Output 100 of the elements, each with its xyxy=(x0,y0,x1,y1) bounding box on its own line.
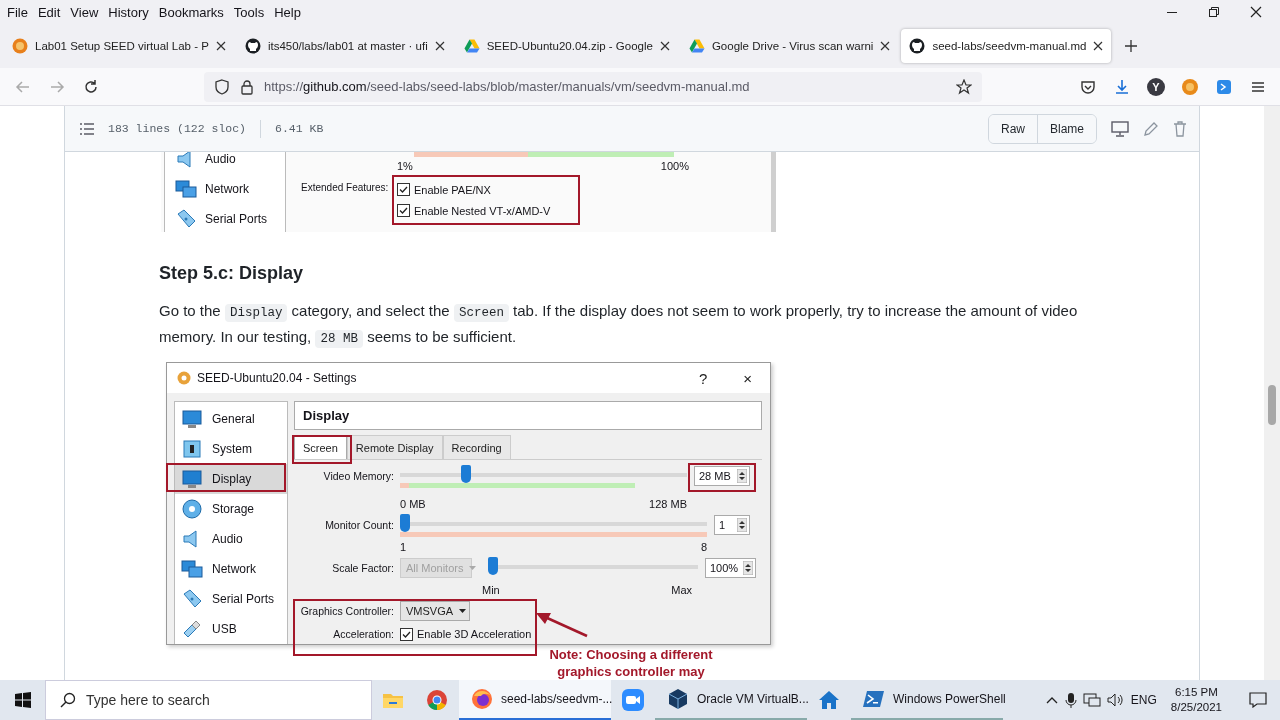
dropdown[interactable]: VMSVGA xyxy=(400,601,470,621)
annotation-note: Note: Choosing a different graphics controller may xyxy=(548,646,714,680)
tab[interactable]: Screen xyxy=(294,435,347,459)
scale-label: 100% xyxy=(660,160,689,172)
notification-icon[interactable] xyxy=(1249,692,1267,708)
triangle-logo-icon xyxy=(463,38,480,54)
browser-tab[interactable]: its450/labs/lab01 at master · ufi xyxy=(236,29,453,63)
new-tab-icon[interactable] xyxy=(1124,39,1139,53)
menu-item[interactable]: File xyxy=(2,2,33,22)
settings-category[interactable]: Storage xyxy=(175,494,287,524)
maximize-icon[interactable] xyxy=(1208,6,1220,18)
spin-box[interactable]: 100% xyxy=(705,558,756,578)
slider-thumb[interactable] xyxy=(460,465,471,483)
monitor-icon xyxy=(181,408,203,430)
settings-category[interactable]: USB xyxy=(175,614,287,644)
spin-box[interactable]: 28 MB xyxy=(694,466,750,486)
account-avatar[interactable]: Y xyxy=(1147,77,1165,96)
close-icon[interactable] xyxy=(1250,6,1262,18)
scale-label: 1 xyxy=(400,541,407,553)
menu-item[interactable]: View xyxy=(65,2,104,22)
close-icon[interactable] xyxy=(880,41,891,51)
chip-icon xyxy=(181,438,203,460)
menu-item[interactable]: Help xyxy=(269,2,306,22)
toolbar-button[interactable]: Blame xyxy=(1037,114,1096,143)
field-label: Scale Factor: xyxy=(331,562,394,574)
browser-tab[interactable]: seed-labs/seedvm-manual.md xyxy=(901,29,1112,63)
checkbox-label: Enable PAE/NX xyxy=(414,183,491,196)
tab[interactable]: Remote Display xyxy=(346,435,443,459)
settings-category[interactable]: Serial Ports xyxy=(175,584,287,614)
settings-category[interactable]: Audio xyxy=(175,524,287,554)
extension-icon[interactable] xyxy=(1215,77,1233,96)
search-icon xyxy=(60,692,76,708)
microphone-icon[interactable] xyxy=(1064,692,1077,708)
monitor-icon[interactable] xyxy=(1111,120,1129,137)
slider-thumb[interactable] xyxy=(400,514,410,532)
menu-item[interactable]: History xyxy=(103,2,154,22)
circle-logo-icon xyxy=(12,38,28,54)
triangle-logo-icon xyxy=(688,38,705,54)
list-icon[interactable] xyxy=(80,121,94,136)
checkbox[interactable] xyxy=(397,204,410,217)
close-icon[interactable] xyxy=(434,41,445,51)
connector-icon xyxy=(181,588,203,610)
download-icon[interactable] xyxy=(1114,78,1130,95)
star-icon[interactable] xyxy=(956,78,972,95)
volume-icon[interactable] xyxy=(1106,692,1125,708)
slider-thumb[interactable] xyxy=(488,557,498,575)
close-icon[interactable] xyxy=(215,41,226,51)
file-size: 6.41 KB xyxy=(275,122,324,135)
settings-category[interactable]: Network xyxy=(175,554,287,584)
settings-category[interactable]: Serial Ports xyxy=(165,204,285,232)
browser-icon[interactable] xyxy=(425,688,449,712)
taskbar-app[interactable]: Windows PowerShell xyxy=(851,680,1003,720)
video-camera-icon[interactable] xyxy=(621,688,645,712)
taskbar-app[interactable]: seed-labs/seedvm-... xyxy=(459,680,611,720)
reload-icon[interactable] xyxy=(83,78,99,95)
scrollbar-thumb[interactable] xyxy=(1268,385,1276,425)
clock[interactable]: 6:15 PM 8/25/2021 xyxy=(1162,685,1230,715)
window-title: SEED-Ubuntu20.04 - Settings xyxy=(197,371,357,385)
round-logo-icon xyxy=(244,38,261,54)
help-button[interactable]: ? xyxy=(690,369,716,387)
scale-label: 128 MB xyxy=(649,498,687,510)
highlight-frame xyxy=(292,435,352,464)
spin-box[interactable]: 1 xyxy=(714,515,750,535)
lock-icon xyxy=(240,78,254,95)
settings-category[interactable]: Network xyxy=(165,174,285,204)
scale-label: Min xyxy=(482,584,500,596)
cube-icon xyxy=(667,688,689,710)
language-indicator[interactable]: ENG xyxy=(1130,693,1157,707)
pocket-icon[interactable] xyxy=(1080,78,1096,95)
close-icon[interactable] xyxy=(1093,41,1104,51)
checkbox[interactable] xyxy=(397,183,410,196)
windows-logo-icon[interactable] xyxy=(14,692,31,708)
browser-tab[interactable]: Lab01 Setup SEED virtual Lab - P xyxy=(4,29,234,63)
close-icon[interactable] xyxy=(659,41,670,51)
scale-label: 0 MB xyxy=(400,498,426,510)
network-icon xyxy=(181,558,203,580)
menu-item[interactable]: Edit xyxy=(32,2,66,22)
close-button[interactable]: × xyxy=(735,369,760,387)
pencil-icon[interactable] xyxy=(1143,120,1159,137)
section-title: Display xyxy=(294,401,762,430)
address-bar[interactable]: https://github.com/seed-labs/seed-labs/blob/master/manuals/vm/seedvm-manual.md xyxy=(204,71,982,102)
browser-tab[interactable]: Google Drive - Virus scan warni xyxy=(680,29,899,63)
field-label: Video Memory: xyxy=(322,470,394,482)
trash-icon[interactable] xyxy=(1173,120,1187,137)
round-logo-icon xyxy=(909,38,926,54)
menu-item[interactable]: Bookmarks xyxy=(153,2,229,22)
caret-icon xyxy=(469,566,477,570)
settings-category[interactable]: System xyxy=(175,434,287,464)
field-label: Extended Features: xyxy=(301,181,390,193)
settings-category[interactable]: Audio xyxy=(165,152,285,174)
tab[interactable]: Recording xyxy=(442,435,511,459)
taskbar-app[interactable]: Oracle VM VirtualB... xyxy=(655,680,807,720)
settings-category[interactable]: General xyxy=(175,404,287,434)
search-field[interactable]: Type here to search xyxy=(45,680,372,720)
browser-tab[interactable]: SEED-Ubuntu20.04.zip - Google xyxy=(455,29,678,63)
network-icon[interactable] xyxy=(1082,692,1101,708)
checkbox[interactable] xyxy=(400,627,413,641)
menu-item[interactable]: Tools xyxy=(228,2,270,22)
house-icon[interactable] xyxy=(817,688,841,712)
paragraph: Go to the Display category, and select the Screen tab. If the display does not seem to work properly, try to increase the amount of video memory. In our testing, 28 MB seems to be sufficient. xyxy=(159,301,1079,350)
